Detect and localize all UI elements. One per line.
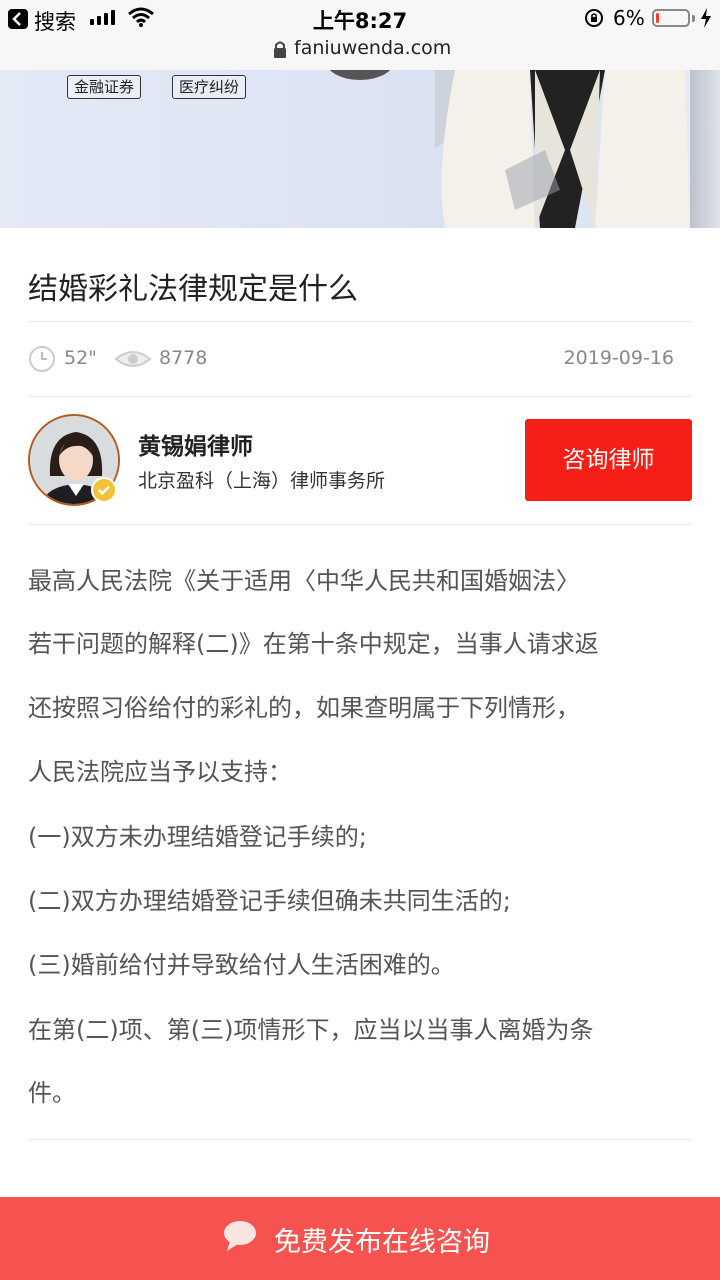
charging-icon bbox=[701, 8, 711, 28]
banner-bookshelf bbox=[690, 70, 720, 228]
content-paragraph: (三)婚前给付并导致给付人生活困难的。 bbox=[28, 951, 455, 979]
banner-decoration bbox=[325, 70, 395, 80]
content-paragraph: 还按照习俗给付的彩礼的，如果查明属于下列情形， bbox=[28, 694, 580, 722]
banner-tag-medical: 医疗纠纷 bbox=[172, 75, 247, 99]
battery-percentage: 6% bbox=[613, 6, 645, 30]
banner: 金融证券 医疗纠纷 bbox=[0, 70, 720, 228]
publish-date: 2019-09-16 bbox=[563, 347, 674, 369]
content-paragraph: 最高人民法院《关于适用〈中华人民共和国婚姻法〉 bbox=[28, 567, 580, 595]
content-paragraph: 人民法院应当予以支持： bbox=[28, 758, 292, 786]
clock-icon bbox=[29, 346, 55, 372]
divider bbox=[28, 524, 692, 525]
battery-level-fill bbox=[656, 13, 659, 23]
verified-badge-icon bbox=[91, 477, 117, 503]
free-consult-label[interactable]: 免费发布在线咨询 bbox=[274, 1220, 490, 1259]
status-bar: 搜索 上午8:27 6% bbox=[0, 0, 720, 36]
banner-tag-finance: 金融证券 bbox=[67, 75, 142, 99]
article-title: 结婚彩礼法律规定是什么 bbox=[28, 272, 358, 307]
read-duration: 52" bbox=[64, 347, 97, 369]
divider bbox=[28, 1139, 692, 1140]
content-paragraph: (一)双方未办理结婚登记手续的; bbox=[28, 823, 367, 851]
eye-icon bbox=[114, 351, 152, 367]
content-paragraph: 在第(二)项、第(三)项情形下，应当以当事人离婚为条 bbox=[28, 1016, 594, 1044]
battery-icon bbox=[652, 9, 690, 27]
consult-lawyer-button[interactable]: 咨询律师 bbox=[525, 419, 692, 501]
clock-time: 上午8:27 bbox=[312, 9, 408, 33]
divider bbox=[28, 321, 692, 322]
content-paragraph: 若干问题的解释(二)》在第十条中规定，当事人请求返 bbox=[28, 630, 599, 658]
content-paragraph: 件。 bbox=[28, 1079, 76, 1107]
divider bbox=[28, 396, 692, 397]
battery-tip bbox=[692, 15, 695, 22]
url-bar[interactable]: faniuwenda.com bbox=[0, 36, 720, 70]
chat-bubble-icon bbox=[224, 1221, 256, 1251]
rotation-lock-icon bbox=[585, 9, 603, 27]
url-text[interactable]: faniuwenda.com bbox=[294, 37, 451, 59]
view-count: 8778 bbox=[159, 347, 208, 369]
lock-icon bbox=[274, 41, 286, 58]
lawyer-firm: 北京盈科（上海）律师事务所 bbox=[138, 470, 386, 492]
lawyer-name[interactable]: 黄锡娟律师 bbox=[138, 427, 253, 461]
banner-lawyer-image bbox=[435, 70, 690, 228]
content-paragraph: (二)双方办理结婚登记手续但确未共同生活的; bbox=[28, 887, 511, 915]
